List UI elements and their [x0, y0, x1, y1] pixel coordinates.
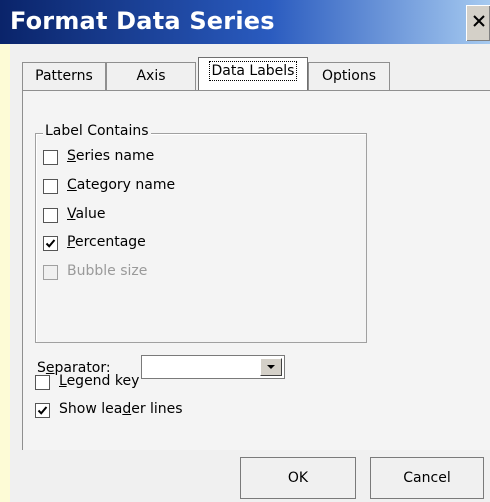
leader-lines-checkbox[interactable] [35, 403, 50, 418]
label-contains-title: Label Contains [43, 123, 151, 139]
bubble-size-label: Bubble size [67, 263, 148, 279]
value-label: Value [67, 206, 106, 222]
checkmark-icon [37, 406, 48, 415]
tab-options-label: Options [321, 68, 377, 84]
tab-axis-label: Axis [136, 68, 166, 84]
window-title: Format Data Series [10, 7, 275, 35]
category-name-label: Category name [67, 177, 176, 193]
percentage-checkbox[interactable] [43, 236, 58, 251]
series-name-label: Series name [67, 148, 155, 164]
tab-patterns-label: Patterns [35, 68, 93, 84]
cancel-button[interactable]: Cancel [370, 457, 484, 499]
tab-options[interactable]: Options [308, 62, 390, 90]
checkmark-icon [45, 239, 56, 248]
title-bar: Format Data Series [0, 0, 490, 44]
leader-lines-label: Show leader lines [59, 401, 183, 417]
chevron-down-icon [267, 365, 275, 369]
percentage-label: Percentage [67, 234, 146, 250]
tab-data-labels[interactable]: Data Labels [198, 57, 308, 90]
value-checkbox[interactable] [43, 208, 58, 223]
category-name-checkbox[interactable] [43, 179, 58, 194]
bubble-size-checkbox [43, 265, 58, 280]
ok-button[interactable]: OK [240, 457, 356, 499]
legend-key-checkbox[interactable] [35, 375, 50, 390]
separator-dropdown-button[interactable] [260, 358, 282, 376]
series-name-checkbox[interactable] [43, 150, 58, 165]
legend-key-label: Legend key [59, 373, 140, 389]
close-icon [473, 15, 485, 27]
tab-axis[interactable]: Axis [106, 62, 196, 90]
close-button[interactable] [466, 5, 490, 41]
tab-data-labels-label: Data Labels [208, 61, 298, 81]
tab-patterns[interactable]: Patterns [22, 62, 106, 90]
dialog-body: Patterns Axis Data Labels Options Label … [10, 44, 490, 502]
separator-dropdown[interactable] [141, 355, 285, 379]
